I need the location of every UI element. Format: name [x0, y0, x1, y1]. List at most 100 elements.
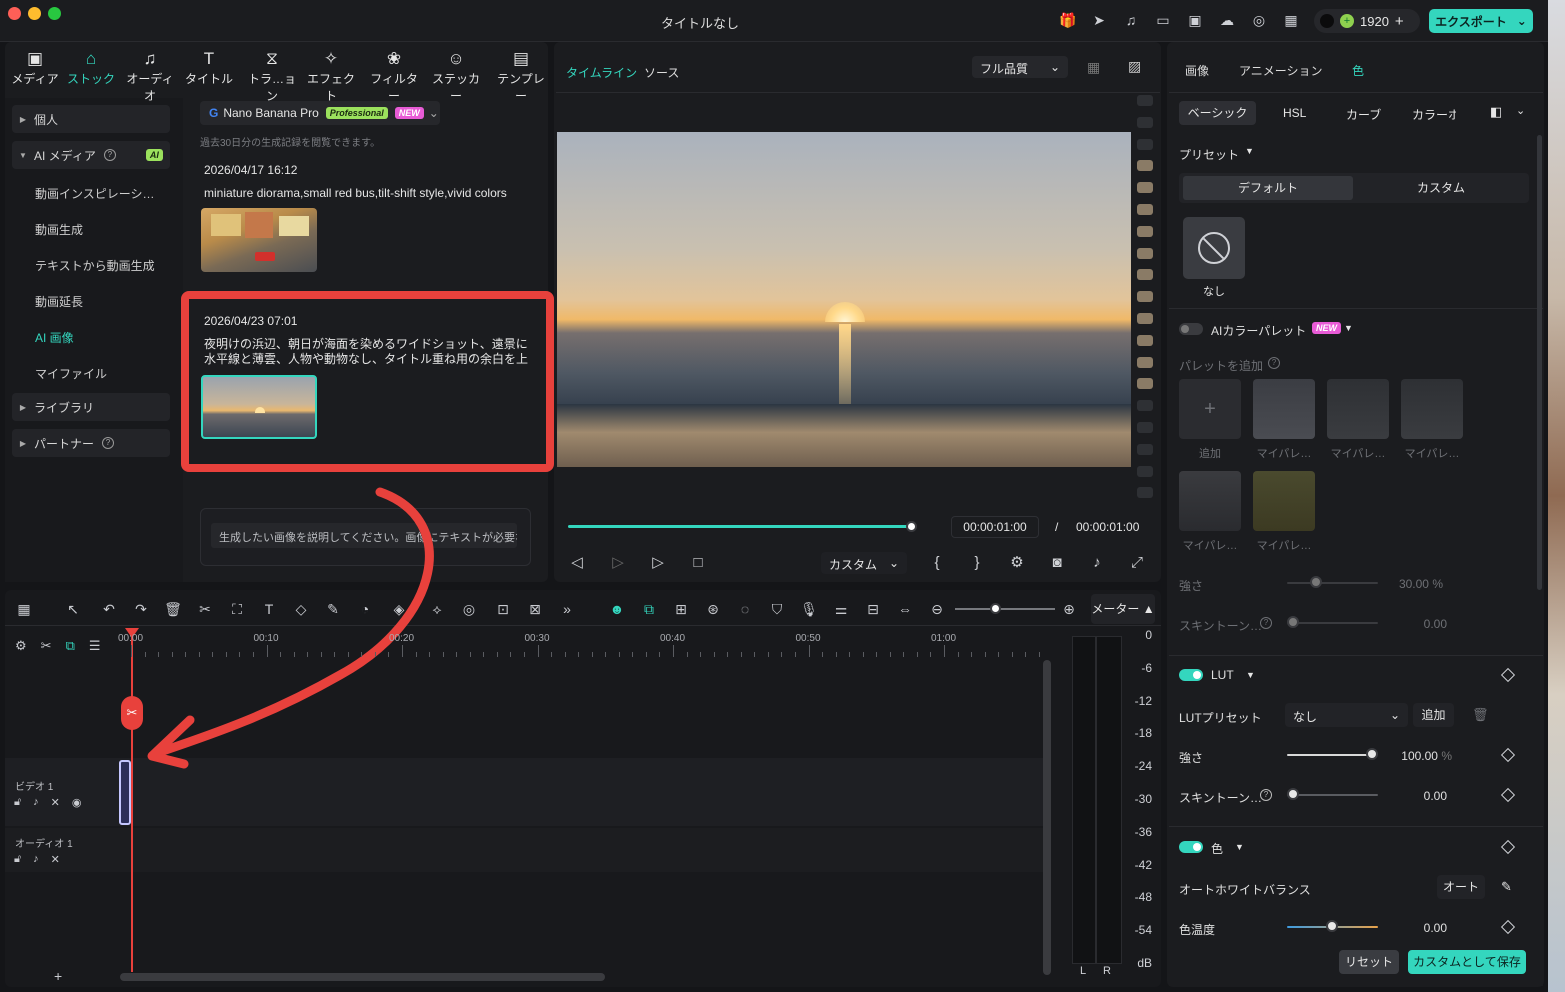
tab-sticker[interactable]: ☺ ステッカー [427, 48, 485, 104]
subtab-basic[interactable]: ベーシック [1179, 101, 1256, 125]
audio-mixer-icon[interactable]: ⚌ [832, 600, 850, 618]
sidebar-item-library[interactable]: ▶ ライブラリ [12, 393, 170, 421]
eyedropper-icon[interactable]: ✎ [1501, 879, 1512, 895]
shape-icon[interactable]: ◇ [292, 600, 310, 618]
ai-remove-icon[interactable]: ⊠ [526, 600, 544, 618]
ai-crop-icon[interactable]: ⊡ [494, 600, 512, 618]
reset-button[interactable]: リセット [1339, 950, 1399, 974]
play-icon[interactable]: ▷ [648, 554, 668, 572]
tab-transition[interactable]: ⧖ トラ…ョン [243, 48, 301, 104]
ai-mate-icon[interactable]: ☻ [608, 600, 626, 618]
diorama-thumbnail[interactable] [201, 208, 317, 272]
sticker-icon[interactable]: ⊛ [704, 600, 722, 618]
layout-grid-icon[interactable]: ▦ [15, 600, 33, 618]
undo-icon[interactable]: ↶ [100, 600, 118, 618]
mute-icon[interactable]: ✕ [51, 853, 60, 866]
trash-icon[interactable]: 🗑︎ [1472, 707, 1489, 723]
chevron-down-icon[interactable]: ▼ [1246, 670, 1255, 680]
sidebar-item-ai-image[interactable]: AI 画像 [35, 329, 74, 346]
cut-icon[interactable]: ✂ [196, 600, 214, 618]
palette-thumbnail[interactable] [1179, 471, 1241, 531]
palette-thumbnail[interactable] [1401, 379, 1463, 439]
lut-toggle[interactable] [1179, 669, 1203, 681]
eye-icon[interactable]: ◉ [72, 796, 82, 809]
track-settings-icon[interactable]: ⚙ [15, 638, 27, 654]
strength-slider-knob[interactable] [1310, 576, 1322, 588]
support-icon[interactable]: ◎ [1250, 11, 1268, 29]
record-icon[interactable]: 🎙︎ [800, 600, 818, 618]
select-icon[interactable]: ↖ [64, 600, 82, 618]
video-clip[interactable] [119, 760, 131, 825]
sidebar-item-partner[interactable]: ▶ パートナー ? [12, 429, 170, 457]
playhead-line[interactable] [131, 636, 133, 972]
subtab-curves[interactable]: カーブ [1346, 106, 1381, 123]
link-icon[interactable]: ⧉ [66, 638, 75, 654]
lut-preset-select[interactable]: なし ⌄ [1285, 703, 1408, 727]
split-scene-icon[interactable]: ⧉ [640, 600, 658, 618]
help-icon[interactable]: ? [1260, 789, 1272, 801]
preset-custom-button[interactable]: カスタム [1356, 176, 1526, 200]
tab-image[interactable]: 画像 [1185, 62, 1209, 79]
motion-icon[interactable]: ◌ [736, 600, 754, 618]
meter-toggle[interactable]: メーター ▲ [1091, 594, 1155, 624]
mask-icon[interactable]: ⛉ [768, 600, 786, 618]
sidebar-item-text-to-video[interactable]: テキストから動画生成 [35, 257, 155, 274]
preset-none-tile[interactable] [1183, 217, 1245, 279]
ai-palette-toggle[interactable] [1179, 323, 1203, 335]
tab-title[interactable]: T タイトル [180, 48, 238, 87]
ai-cut-icon[interactable]: ⟡ [428, 600, 446, 618]
mark-out-icon[interactable]: } [967, 554, 987, 572]
sidebar-item-video-extend[interactable]: 動画延長 [35, 293, 83, 310]
settings-icon[interactable]: ⚙ [1007, 554, 1027, 572]
add-credits-icon[interactable]: + [1395, 13, 1404, 30]
unlink-icon[interactable]: ✂ [41, 638, 52, 654]
speaker-icon[interactable]: ♪ [33, 853, 39, 866]
next-frame-icon[interactable]: ▷ [608, 554, 628, 572]
zoom-slider-knob[interactable] [990, 603, 1001, 614]
mute-icon[interactable]: ✕ [51, 796, 60, 809]
zoom-slider-track[interactable] [955, 608, 1055, 610]
current-time[interactable]: 00:00:01:00 [951, 516, 1039, 538]
skin-tone-slider[interactable] [1287, 622, 1378, 624]
chevron-down-icon[interactable]: ▼ [1245, 146, 1254, 156]
send-icon[interactable]: ➤ [1090, 11, 1108, 29]
credits-pill[interactable]: + 1920 + [1314, 9, 1420, 33]
tab-stock[interactable]: ⌂ ストック [62, 48, 120, 87]
model-selector[interactable]: G Nano Banana Pro Professional NEW ⌄ [200, 101, 440, 125]
strength-slider[interactable] [1287, 582, 1378, 584]
properties-scrollbar[interactable] [1537, 135, 1542, 590]
palette-thumbnail[interactable] [1253, 471, 1315, 531]
lut-skin-slider[interactable] [1287, 794, 1378, 796]
zoom-select[interactable]: カスタム ⌄ [821, 552, 907, 574]
save-as-custom-button[interactable]: カスタムとして保存 [1408, 950, 1526, 974]
zoom-out-icon[interactable]: ⊖ [928, 600, 946, 618]
tab-source[interactable]: ソース [644, 64, 679, 81]
tab-effect[interactable]: ✧ エフェクト [302, 48, 360, 104]
crop-icon[interactable]: ⛶ [228, 600, 246, 618]
lut-strength-slider[interactable] [1287, 754, 1372, 756]
palette-thumbnail[interactable] [1327, 379, 1389, 439]
skin-tone-slider-knob[interactable] [1287, 616, 1299, 628]
lut-skin-slider-knob[interactable] [1287, 788, 1299, 800]
stop-icon[interactable]: □ [688, 554, 708, 572]
help-icon[interactable]: ? [1268, 357, 1280, 369]
cloud-upload-icon[interactable]: ☁ [1218, 11, 1236, 29]
add-track-icon[interactable]: + [54, 968, 62, 984]
compare-icon[interactable]: ◧ [1490, 104, 1502, 120]
prev-frame-icon[interactable]: ◁ [567, 554, 587, 572]
tab-color[interactable]: 色 [1352, 62, 1364, 79]
vertical-scrollbar[interactable] [1043, 660, 1051, 975]
playback-progress-bar[interactable] [568, 525, 912, 528]
add-palette-button[interactable]: + [1179, 379, 1241, 439]
subtab-color-wheel[interactable]: カラーホ [1412, 106, 1456, 123]
lut-add-button[interactable]: 追加 [1413, 703, 1454, 727]
tab-filter[interactable]: ❀ フィルター [365, 48, 423, 104]
help-icon[interactable]: ? [103, 149, 116, 161]
speed-icon[interactable]: ◔ [356, 600, 374, 618]
lock-icon[interactable]: 🔓︎ [14, 796, 21, 809]
playhead-knob[interactable] [906, 521, 917, 532]
help-icon[interactable]: ? [1260, 617, 1272, 629]
color-toggle[interactable] [1179, 841, 1203, 853]
apps-grid-icon[interactable]: ▦ [1282, 11, 1300, 29]
headphones-icon[interactable]: ♫ [1122, 11, 1140, 29]
